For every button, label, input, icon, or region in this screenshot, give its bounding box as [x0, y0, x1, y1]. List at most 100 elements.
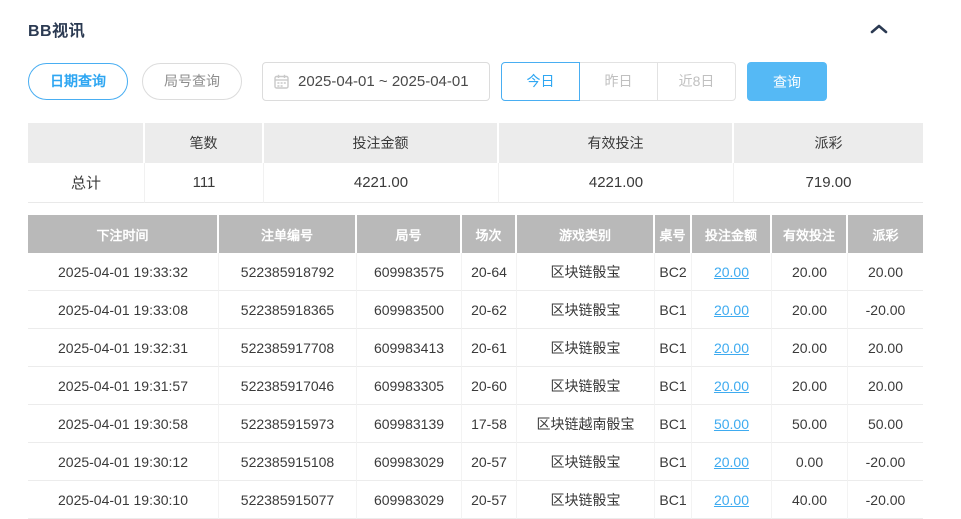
- cell-payout: 50.00: [848, 405, 923, 443]
- cell-bet-amount: 50.00: [692, 405, 772, 443]
- cell-game-type: 区块链骰宝: [517, 291, 655, 329]
- cell-valid-bet: 0.00: [772, 443, 848, 481]
- bets-header-payout: 派彩: [848, 215, 923, 253]
- cell-order-id: 522385915108: [219, 443, 357, 481]
- bets-header-bet: 投注金额: [692, 215, 772, 253]
- table-row: 2025-04-01 19:30:58 522385915973 6099831…: [28, 405, 923, 443]
- cell-payout: 20.00: [848, 253, 923, 291]
- cell-table-no: BC1: [655, 481, 692, 519]
- summary-header-blank: [28, 123, 145, 163]
- bet-amount-link[interactable]: 20.00: [714, 340, 749, 356]
- cell-round-no: 609983413: [357, 329, 462, 367]
- bets-header-round: 局号: [357, 215, 462, 253]
- cell-round-no: 609983029: [357, 443, 462, 481]
- cell-order-id: 522385917708: [219, 329, 357, 367]
- bets-header-row: 下注时间 注单编号 局号 场次 游戏类别 桌号 投注金额 有效投注 派彩: [28, 215, 923, 253]
- bets-header-valid: 有效投注: [772, 215, 848, 253]
- cell-valid-bet: 20.00: [772, 367, 848, 405]
- cell-table-no: BC1: [655, 443, 692, 481]
- cell-round-no: 609983305: [357, 367, 462, 405]
- cell-round-no: 609983575: [357, 253, 462, 291]
- cell-order-id: 522385915077: [219, 481, 357, 519]
- panel-header: BB视讯: [28, 17, 923, 41]
- chevron-up-icon: [870, 23, 888, 35]
- cell-session: 20-61: [462, 329, 517, 367]
- page-title: BB视讯: [28, 17, 85, 41]
- summary-total-count: 111: [145, 163, 264, 203]
- bb-video-panel: BB视讯 日期查询 局号查询: [28, 0, 923, 519]
- cell-payout: 20.00: [848, 367, 923, 405]
- bet-amount-link[interactable]: 20.00: [714, 492, 749, 508]
- cell-table-no: BC2: [655, 253, 692, 291]
- table-row: 2025-04-01 19:33:32 522385918792 6099835…: [28, 253, 923, 291]
- summary-header-row: 笔数 投注金额 有效投注 派彩: [28, 123, 923, 163]
- cell-bet-time: 2025-04-01 19:33:32: [28, 253, 219, 291]
- cell-order-id: 522385918365: [219, 291, 357, 329]
- collapse-button[interactable]: [870, 23, 888, 35]
- cell-session: 20-60: [462, 367, 517, 405]
- summary-header-payout: 派彩: [734, 123, 923, 163]
- date-range-input[interactable]: 2025-04-01 ~ 2025-04-01: [262, 62, 490, 101]
- table-row: 2025-04-01 19:30:12 522385915108 6099830…: [28, 443, 923, 481]
- date-range-value: 2025-04-01 ~ 2025-04-01: [298, 73, 469, 90]
- cell-session: 17-58: [462, 405, 517, 443]
- cell-payout: -20.00: [848, 481, 923, 519]
- cell-bet-amount: 20.00: [692, 367, 772, 405]
- cell-order-id: 522385917046: [219, 367, 357, 405]
- cell-valid-bet: 50.00: [772, 405, 848, 443]
- bets-header-game: 游戏类别: [517, 215, 655, 253]
- date-query-tab[interactable]: 日期查询: [28, 63, 128, 100]
- cell-bet-time: 2025-04-01 19:32:31: [28, 329, 219, 367]
- summary-header-count: 笔数: [145, 123, 264, 163]
- cell-bet-time: 2025-04-01 19:31:57: [28, 367, 219, 405]
- calendar-icon: [274, 74, 289, 89]
- cell-valid-bet: 40.00: [772, 481, 848, 519]
- quick-range-today[interactable]: 今日: [501, 62, 580, 101]
- cell-valid-bet: 20.00: [772, 291, 848, 329]
- summary-table: 笔数 投注金额 有效投注 派彩 总计 111 4221.00 4221.00 7…: [28, 123, 923, 203]
- cell-bet-amount: 20.00: [692, 291, 772, 329]
- cell-table-no: BC1: [655, 329, 692, 367]
- bets-header-session: 场次: [462, 215, 517, 253]
- cell-bet-time: 2025-04-01 19:30:12: [28, 443, 219, 481]
- quick-range-last8days[interactable]: 近8日: [657, 62, 736, 101]
- cell-session: 20-57: [462, 481, 517, 519]
- cell-bet-amount: 20.00: [692, 253, 772, 291]
- cell-session: 20-64: [462, 253, 517, 291]
- table-row: 2025-04-01 19:30:10 522385915077 6099830…: [28, 481, 923, 519]
- quick-range-yesterday[interactable]: 昨日: [579, 62, 658, 101]
- bet-amount-link[interactable]: 20.00: [714, 454, 749, 470]
- table-row: 2025-04-01 19:31:57 522385917046 6099833…: [28, 367, 923, 405]
- cell-game-type: 区块链骰宝: [517, 367, 655, 405]
- summary-header-bet-amount: 投注金额: [264, 123, 499, 163]
- bet-amount-link[interactable]: 20.00: [714, 264, 749, 280]
- cell-table-no: BC1: [655, 291, 692, 329]
- cell-payout: -20.00: [848, 291, 923, 329]
- bet-amount-link[interactable]: 20.00: [714, 378, 749, 394]
- cell-bet-amount: 20.00: [692, 443, 772, 481]
- cell-bet-time: 2025-04-01 19:30:10: [28, 481, 219, 519]
- cell-session: 20-62: [462, 291, 517, 329]
- cell-bet-time: 2025-04-01 19:30:58: [28, 405, 219, 443]
- summary-total-bet-amount: 4221.00: [264, 163, 499, 203]
- summary-total-payout: 719.00: [734, 163, 923, 203]
- summary-total-row: 总计 111 4221.00 4221.00 719.00: [28, 163, 923, 203]
- bets-header-order-id: 注单编号: [219, 215, 357, 253]
- bets-table: 下注时间 注单编号 局号 场次 游戏类别 桌号 投注金额 有效投注 派彩 202…: [28, 215, 923, 519]
- cell-payout: -20.00: [848, 443, 923, 481]
- bet-amount-link[interactable]: 20.00: [714, 302, 749, 318]
- cell-order-id: 522385915973: [219, 405, 357, 443]
- cell-round-no: 609983029: [357, 481, 462, 519]
- summary-total-valid-bet: 4221.00: [499, 163, 734, 203]
- bet-amount-link[interactable]: 50.00: [714, 416, 749, 432]
- round-query-tab[interactable]: 局号查询: [142, 63, 242, 100]
- cell-valid-bet: 20.00: [772, 253, 848, 291]
- cell-valid-bet: 20.00: [772, 329, 848, 367]
- table-row: 2025-04-01 19:32:31 522385917708 6099834…: [28, 329, 923, 367]
- quick-range-group: 今日 昨日 近8日: [501, 62, 736, 101]
- cell-game-type: 区块链骰宝: [517, 253, 655, 291]
- cell-bet-amount: 20.00: [692, 329, 772, 367]
- cell-bet-time: 2025-04-01 19:33:08: [28, 291, 219, 329]
- search-button[interactable]: 查询: [747, 62, 827, 101]
- cell-bet-amount: 20.00: [692, 481, 772, 519]
